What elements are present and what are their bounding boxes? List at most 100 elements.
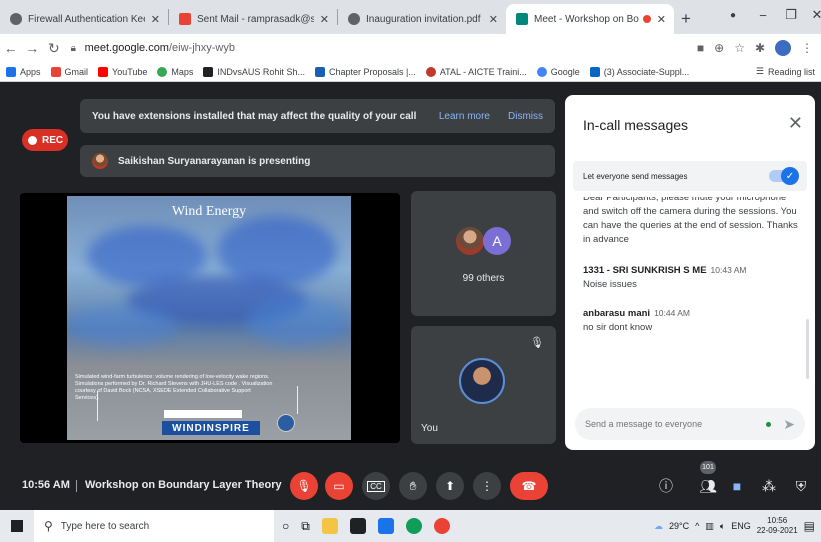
activities-button[interactable]: ⁂ [758,475,780,497]
close-window-button[interactable]: ✕ [802,0,821,30]
chrome-icon[interactable] [433,518,450,534]
store-icon[interactable] [349,518,366,534]
slide-image: Wind Energy Simulated wind-farm turbulen… [67,196,351,440]
let-everyone-toggle[interactable]: ✓ [769,167,799,185]
start-button[interactable] [0,520,34,532]
shield-icon: ⛨ [795,477,807,494]
browser-tab[interactable]: Firewall Authentication Keepalive ✕ [0,4,168,34]
let-everyone-send-row: Let everyone send messages ✓ [573,161,807,191]
reload-icon[interactable]: ↻ [43,40,65,57]
tray-chevron-icon[interactable]: ^ [695,521,699,531]
message-input-box: ➤ [575,408,805,440]
tab-close-icon[interactable]: ✕ [151,13,160,26]
raise-hand-button[interactable]: ✋︎ [399,472,427,500]
minimize-button[interactable]: − [748,0,778,30]
learn-more-link[interactable]: Learn more [439,111,490,122]
bookmark-chapter-proposals[interactable]: Chapter Proposals |... [314,66,416,77]
star-icon[interactable]: ☆ [734,41,745,55]
hand-icon: ✋︎ [409,478,417,493]
tab-close-icon[interactable]: ✕ [489,13,498,26]
people-button[interactable]: 👥︎ [697,475,719,497]
bookmark-linkedin[interactable]: (3) Associate-Suppl... [589,66,689,77]
slide-logo-strip [164,410,242,418]
captions-button[interactable]: CC [362,472,390,500]
mic-off-icon: 🎙︎ [296,479,312,493]
recording-dot-icon [642,15,651,23]
new-tab-button[interactable]: + [674,4,698,34]
tab-favicon-icon [348,13,360,25]
presentation-tile[interactable]: Wind Energy Simulated wind-farm turbulen… [20,193,400,443]
windinspire-logo: WINDINSPIRE [162,421,260,435]
more-options-button[interactable]: ⋮ [473,472,501,500]
browser-tab[interactable]: Inauguration invitation.pdf ✕ [338,4,506,34]
leave-call-button[interactable]: ☎︎ [510,472,548,500]
volume-icon[interactable]: 🔈︎ [720,521,725,532]
message-input[interactable] [585,419,767,429]
message-time: 10:43 AM [710,265,747,275]
close-panel-icon[interactable]: ✕ [788,113,803,134]
apps-grid-icon [6,66,16,77]
self-avatar [459,358,505,404]
bookmarks-bar: Apps Gmail YouTube Maps INDvsAUS Rohit S… [0,62,821,82]
cortana-icon[interactable]: ○ [282,519,289,533]
extensions-icon[interactable]: ✱ [755,41,765,55]
network-icon[interactable]: ▥ [705,521,714,532]
zoom-icon[interactable]: ⊕ [714,41,724,55]
taskbar-apps: ○ ⧉ [282,518,450,534]
bookmark-site-icon [203,66,214,77]
present-button[interactable]: ⬆︎ [436,472,464,500]
forward-arrow-icon[interactable]: → [22,40,44,56]
meeting-clock: 10:56 AM [22,479,70,491]
url-omnibox[interactable]: 🔒︎ meet.google.com/eiw-jhxy-wyb [71,37,697,59]
browser-tab-active[interactable]: Meet - Workshop on Bounda ✕ [506,4,674,34]
activities-icon: ⁂ [762,477,776,494]
file-explorer-icon[interactable] [321,518,338,534]
language-indicator[interactable]: ENG [731,521,751,531]
tab-title: Firewall Authentication Keepalive [28,13,145,25]
bookmark-gmail[interactable]: Gmail [50,66,88,77]
task-view-icon[interactable]: ⧉ [301,519,310,534]
meeting-details-button[interactable]: ⓘ [655,475,677,497]
message-time: 10:44 AM [654,308,690,318]
others-tile[interactable]: A 99 others [411,191,556,316]
camera-icon[interactable]: ■ [697,41,704,55]
send-icon[interactable]: ➤ [783,416,795,433]
dismiss-button[interactable]: Dismiss [508,111,543,122]
edge-icon[interactable] [405,518,422,534]
profile-avatar[interactable] [775,40,792,56]
tab-close-icon[interactable]: ✕ [657,13,666,26]
weather-temp[interactable]: 29°C [669,521,689,531]
profile-dot-icon[interactable]: ● [718,0,748,30]
message-item: 1331 - SRI SUNKRISH S ME 10:43 AM Noise i… [583,263,798,292]
bookmark-maps[interactable]: Maps [157,66,193,77]
bookmark-youtube[interactable]: YouTube [98,66,147,77]
reading-list-button[interactable]: ☰ Reading list [756,66,821,77]
panel-title: In-call messages [583,117,689,133]
chat-button[interactable]: ■ [726,475,748,497]
taskbar-clock[interactable]: 10:56 22-09-2021 [757,516,798,536]
message-scrollbar[interactable] [806,319,809,379]
bookmark-apps[interactable]: Apps [6,66,41,77]
bookmark-atal[interactable]: ATAL - AICTE Traini... [425,66,527,77]
tab-close-icon[interactable]: ✕ [320,13,329,26]
self-view-tile[interactable]: 🎙︎ You [411,326,556,444]
toolbar-icons: ■ ⊕ ☆ ✱ ⋮ [697,40,821,56]
back-arrow-icon[interactable]: ← [0,40,22,56]
bookmark-google[interactable]: Google [536,66,580,77]
turbine-mast [297,386,298,414]
slide-swirl [217,216,337,286]
notifications-icon[interactable]: ▤ [804,519,815,533]
browser-tab[interactable]: Sent Mail - ramprasadk@svce.ac ✕ [169,4,337,34]
camera-toggle-button[interactable]: ▭ [325,472,353,500]
tab-title: Inauguration invitation.pdf [366,13,481,25]
mic-off-icon: 🎙︎ [530,337,544,349]
google-g-icon [536,66,547,77]
menu-dots-icon[interactable]: ⋮ [801,41,813,55]
taskbar-search[interactable]: ⚲ Type here to search [34,510,274,542]
present-icon: ⬆︎ [444,479,456,493]
presenting-text: Saikishan Suryanarayanan is presenting [118,155,311,167]
mic-toggle-button[interactable]: 🎙︎ [290,472,318,500]
bookmark-indvsaus[interactable]: INDvsAUS Rohit Sh... [203,66,305,77]
host-controls-button[interactable]: ⛨ [790,475,812,497]
mail-icon[interactable] [377,518,394,534]
